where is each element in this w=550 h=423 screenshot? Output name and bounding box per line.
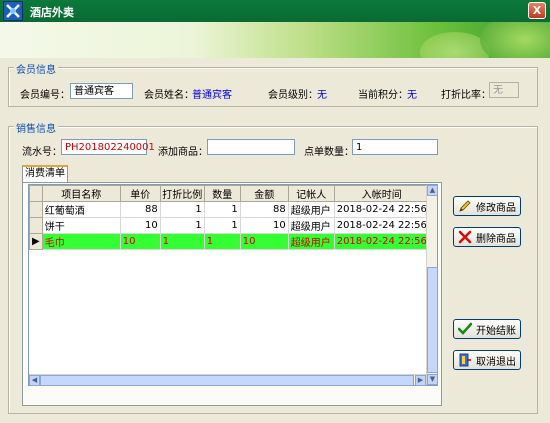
- checkmark-icon: [457, 322, 473, 336]
- clerk-cell: 超级用户: [287, 233, 335, 250]
- order-qty-input[interactable]: 1: [352, 139, 438, 155]
- current-row-arrow-icon: ▶: [29, 233, 43, 250]
- sales-info-title: 销售信息: [14, 120, 58, 135]
- item-name-cell: 红葡萄酒: [41, 201, 121, 218]
- member-name-label: 会员姓名：: [144, 90, 194, 101]
- tab-consumption-list[interactable]: 消费清单: [22, 165, 68, 183]
- delete-x-icon: [458, 230, 472, 244]
- scroll-up-icon[interactable]: ▲: [427, 185, 438, 196]
- qty-cell: 1: [203, 233, 241, 250]
- checkout-button[interactable]: 开始结账: [453, 319, 521, 339]
- clerk-cell: 超级用户: [287, 201, 335, 218]
- amount-cell: 10: [239, 233, 289, 250]
- edit-item-button[interactable]: 修改商品: [453, 196, 521, 216]
- member-id-input[interactable]: 普通宾客: [70, 83, 133, 99]
- amount-cell: 88: [239, 201, 289, 218]
- window-title: 酒店外卖: [30, 6, 74, 19]
- cancel-exit-button[interactable]: 取消退出: [453, 350, 521, 370]
- time-cell: 2018-02-24 22:56: [333, 201, 430, 218]
- discount-cell: 1: [159, 217, 205, 234]
- time-cell: 2018-02-24 22:56: [333, 233, 430, 250]
- column-header[interactable]: 数量: [203, 185, 241, 202]
- member-info-title: 会员信息: [14, 61, 58, 76]
- price-cell: 88: [119, 201, 161, 218]
- time-cell: 2018-02-24 22:56: [333, 217, 430, 234]
- qty-cell: 1: [203, 201, 241, 218]
- column-header[interactable]: 项目名称: [41, 185, 121, 202]
- member-level-label: 会员级别：: [268, 90, 318, 101]
- scroll-thumb[interactable]: [40, 375, 414, 386]
- delete-item-label: 删除商品: [476, 233, 516, 245]
- banner-decoration: [480, 22, 550, 58]
- scroll-thumb[interactable]: [427, 267, 438, 373]
- discount-rate-input[interactable]: 无: [489, 82, 519, 98]
- column-header[interactable]: 金额: [239, 185, 289, 202]
- scroll-left-icon[interactable]: ◀: [29, 375, 40, 386]
- add-item-label: 添加商品：: [158, 147, 208, 158]
- edit-item-label: 修改商品: [476, 202, 516, 214]
- item-name-cell: 饼干: [41, 217, 121, 234]
- checkout-label: 开始结账: [476, 325, 516, 337]
- cancel-exit-label: 取消退出: [476, 356, 516, 368]
- table-header-row: 项目名称 单价 打折比例 数量 金额 记帐人 入帐时间: [29, 185, 430, 202]
- horizontal-scrollbar[interactable]: ◀ ▶: [29, 374, 426, 386]
- member-name-value: 普通宾客: [192, 90, 232, 101]
- member-level-value: 无: [317, 90, 327, 101]
- table-row[interactable]: 红葡萄酒 88 1 1 88 超级用户 2018-02-24 22:56: [29, 201, 430, 218]
- pencil-icon: [458, 199, 472, 213]
- table-row[interactable]: 饼干 10 1 1 10 超级用户 2018-02-24 22:56: [29, 217, 430, 234]
- title-bar: [0, 0, 550, 22]
- exit-door-icon: [458, 353, 472, 367]
- scroll-right-icon[interactable]: ▶: [415, 375, 426, 386]
- row-indicator: [29, 217, 43, 234]
- vertical-scrollbar[interactable]: ▲ ▼: [426, 185, 438, 385]
- discount-cell: 1: [159, 233, 205, 250]
- discount-rate-label: 打折比率：: [441, 90, 491, 101]
- add-item-input[interactable]: [207, 139, 295, 155]
- app-icon[interactable]: [3, 1, 23, 21]
- price-cell: 10: [119, 233, 161, 250]
- amount-cell: 10: [239, 217, 289, 234]
- member-id-label: 会员编号：: [20, 90, 70, 101]
- column-header[interactable]: 入帐时间: [333, 185, 430, 202]
- column-header[interactable]: 单价: [119, 185, 161, 202]
- member-points-value: 无: [407, 90, 417, 101]
- qty-cell: 1: [203, 217, 241, 234]
- serial-number-input[interactable]: PH201802240001: [61, 139, 155, 155]
- row-indicator: [29, 201, 43, 218]
- price-cell: 10: [119, 217, 161, 234]
- column-header[interactable]: 记帐人: [287, 185, 335, 202]
- serial-number-label: 流水号：: [22, 147, 62, 158]
- member-points-label: 当前积分：: [358, 90, 408, 101]
- column-header[interactable]: 打折比例: [159, 185, 205, 202]
- item-name-cell: 毛巾: [41, 233, 121, 250]
- scroll-down-icon[interactable]: ▼: [427, 374, 438, 385]
- order-qty-label: 点单数量：: [304, 147, 354, 158]
- table-row-selected[interactable]: ▶ 毛巾 10 1 1 10 超级用户 2018-02-24 22:56: [29, 233, 430, 250]
- delete-item-button[interactable]: 删除商品: [453, 227, 521, 247]
- close-button[interactable]: X: [528, 2, 546, 19]
- discount-cell: 1: [159, 201, 205, 218]
- consumption-table: 项目名称 单价 打折比例 数量 金额 记帐人 入帐时间 红葡萄酒 88 1 1 …: [28, 184, 438, 386]
- clerk-cell: 超级用户: [287, 217, 335, 234]
- row-indicator-header: [29, 185, 43, 202]
- header-banner: [0, 22, 550, 58]
